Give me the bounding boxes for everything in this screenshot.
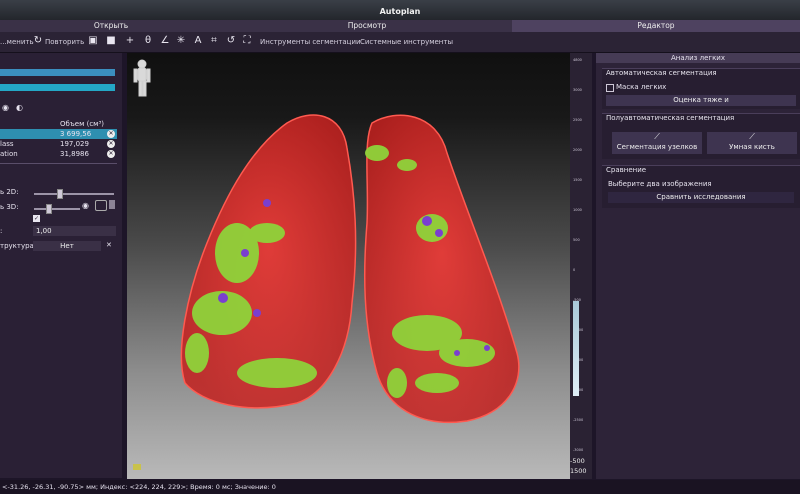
param-label: : [0, 227, 3, 235]
opacity-2d-label: ь 2D: [0, 188, 19, 196]
scale-tick: 2500 [573, 118, 582, 122]
status-bar: <-31.26, -26.31, -90.75> мм; Индекс: <22… [0, 480, 800, 494]
table-row[interactable]: lass 197,029 ✕ [0, 139, 117, 149]
3d-viewer[interactable] [127, 53, 570, 479]
toolbar: ...менить ↻ Повторить ▣ ■ + θ ∠ ✳ A ⌗ ↺ … [0, 32, 800, 53]
fullscreen-icon[interactable]: ⛶ [241, 35, 253, 47]
window-level-bar[interactable] [573, 301, 579, 396]
eye-icon[interactable]: ◉ [2, 103, 9, 112]
opacity-3d-slider[interactable] [34, 208, 80, 210]
panel-title: Анализ легких [596, 53, 800, 63]
crop-icon[interactable]: ⌗ [208, 35, 220, 47]
scale-tick: 1500 [573, 178, 582, 182]
nodule-tool-icon: ⟋ [654, 132, 660, 141]
window-min-value: -500 [570, 457, 585, 465]
table-header: Объем (см³) [60, 120, 104, 128]
angle-icon[interactable]: ∠ [159, 35, 171, 47]
compare-studies-button[interactable]: Сравнить исследования [608, 192, 794, 203]
scale-tick: 0 [573, 268, 576, 272]
color-swatch[interactable] [95, 200, 107, 211]
series-highlight[interactable] [0, 84, 115, 91]
scale-tick: 4800 [573, 58, 582, 62]
scale-tick: 2000 [573, 148, 582, 152]
rotate-icon[interactable]: ↺ [225, 35, 237, 47]
corner-marker [133, 464, 141, 470]
tab-open[interactable]: Открыть [0, 20, 223, 32]
brightness-icon[interactable]: ✳ [175, 35, 187, 47]
series-selector[interactable] [0, 69, 115, 76]
severity-assessment-button[interactable]: Оценка тяже и [606, 95, 796, 106]
auto-segmentation-group: Автоматическая сегментация Маска легких … [602, 68, 800, 109]
window-title: Autoplan [379, 7, 421, 16]
scale-tick: 3000 [573, 88, 582, 92]
structure-label: труктура: [0, 242, 37, 250]
group-title: Полуавтоматическая сегментация [606, 114, 735, 122]
brush-icon: ⟋ [749, 132, 755, 141]
structure-select[interactable]: Нет [33, 241, 101, 251]
table-row[interactable]: ation 31,8986 ✕ [0, 149, 117, 159]
smart-brush-button[interactable]: ⟋ Умная кисть [707, 132, 797, 154]
param-spinbox[interactable]: 1,00 [33, 226, 116, 236]
theta-icon[interactable]: θ [142, 35, 154, 47]
window-max-value: 1500 [570, 467, 587, 475]
comparison-group: Сравнение Выберите два изображения Сравн… [602, 165, 800, 208]
opacity-2d-slider[interactable] [34, 193, 114, 195]
nodule-button-label: Сегментация узелков [616, 143, 698, 151]
camera-icon[interactable]: ■ [105, 35, 117, 47]
clear-icon[interactable]: ✕ [106, 241, 112, 249]
scale-tick: 500 [573, 238, 580, 242]
scale-tick: -3000 [573, 448, 584, 452]
checkbox[interactable]: ✓ [33, 215, 40, 222]
redo-icon[interactable]: ↻ [32, 35, 44, 47]
lung-mask-label: Маска легких [616, 83, 667, 91]
undo-button[interactable]: ...менить [0, 36, 34, 48]
contrast-icon[interactable]: ◐ [16, 103, 23, 112]
system-tools-menu[interactable]: Системные инструменты [360, 36, 453, 48]
save-icon[interactable]: ▣ [87, 35, 99, 47]
main-tabs: Открыть Просмотр Редактор [0, 20, 800, 32]
delete-icon[interactable]: ✕ [107, 150, 115, 158]
delete-icon[interactable]: ✕ [107, 130, 115, 138]
lung-analysis-panel: Анализ легких Автоматическая сегментация… [596, 53, 800, 479]
group-title: Автоматическая сегментация [606, 69, 717, 77]
delete-icon[interactable]: ✕ [107, 140, 115, 148]
hu-scale[interactable]: 4800 3000 2500 2000 1500 1000 500 0 -500… [570, 53, 592, 479]
body-orientation-icon [133, 59, 151, 97]
lung-mask-checkbox[interactable] [606, 84, 614, 92]
scale-tick: 1000 [573, 208, 582, 212]
segmentation-tools-menu[interactable]: Инструменты сегментации [260, 36, 361, 48]
group-title: Сравнение [606, 166, 647, 174]
opacity-2d-knob[interactable] [57, 189, 63, 199]
plus-icon[interactable]: + [124, 35, 136, 47]
table-row[interactable]: 3 699,56 ✕ [0, 129, 117, 139]
semi-auto-segmentation-group: Полуавтоматическая сегментация ⟋ Сегмент… [602, 113, 800, 159]
compare-hint: Выберите два изображения [608, 180, 712, 188]
structures-panel: ◉ ◐ Объем (см³) 3 699,56 ✕ lass 197,029 … [0, 53, 122, 478]
tab-view[interactable]: Просмотр [222, 20, 513, 32]
nodule-segmentation-button[interactable]: ⟋ Сегментация узелков [612, 132, 702, 154]
smart-brush-label: Умная кисть [729, 143, 775, 151]
tab-editor[interactable]: Редактор [512, 20, 800, 32]
text-icon[interactable]: A [192, 35, 204, 47]
opacity-3d-label: ь 3D: [0, 203, 19, 211]
visibility-icon[interactable]: ◉ [82, 201, 89, 210]
window-title-bar: Autoplan [0, 0, 800, 20]
opacity-3d-knob[interactable] [46, 204, 52, 214]
scale-tick: -2500 [573, 418, 584, 422]
menu-icon[interactable] [109, 200, 115, 209]
divider [0, 163, 117, 164]
redo-button[interactable]: Повторить [45, 36, 84, 48]
lung-render [133, 59, 520, 470]
